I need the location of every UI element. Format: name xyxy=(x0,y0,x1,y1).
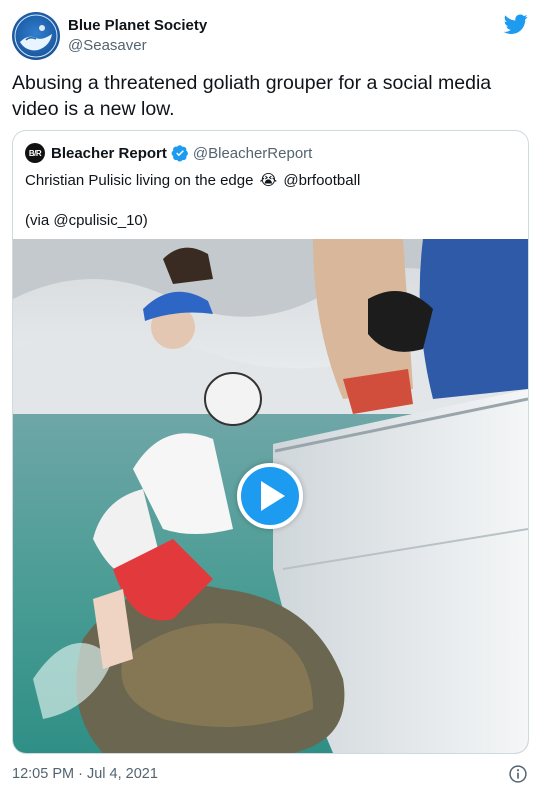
mention-link[interactable]: @brfootball xyxy=(283,172,360,189)
info-icon[interactable] xyxy=(508,764,528,784)
tweet-header: Blue Planet Society @Seasaver xyxy=(12,12,528,64)
author-handle[interactable]: @Seasaver xyxy=(68,36,207,56)
quoted-author-handle[interactable]: @BleacherReport xyxy=(193,145,312,162)
quoted-text: Christian Pulisic living on the edge xyxy=(25,172,254,189)
author-names: Blue Planet Society @Seasaver xyxy=(68,16,207,56)
quoted-tweet-header: B/R Bleacher Report @BleacherReport xyxy=(25,143,312,163)
blue-planet-logo-icon xyxy=(14,14,58,58)
quoted-tweet-card[interactable]: B/R Bleacher Report @BleacherReport Chri… xyxy=(12,130,529,754)
crying-face-emoji-icon: 😭 xyxy=(259,172,278,189)
tweet-text: Abusing a threatened goliath grouper for… xyxy=(12,72,492,120)
author-display-name[interactable]: Blue Planet Society xyxy=(68,16,207,36)
video-player[interactable] xyxy=(13,239,528,753)
quoted-tweet-line-1: Christian Pulisic living on the edge 😭 @… xyxy=(25,171,360,191)
tweet-timestamp[interactable]: 12:05 PM · Jul 4, 2021 xyxy=(12,764,158,784)
avatar[interactable] xyxy=(12,12,60,60)
verified-badge-icon xyxy=(171,145,188,162)
play-button[interactable] xyxy=(237,463,303,529)
quoted-author-name[interactable]: Bleacher Report xyxy=(51,145,167,162)
play-icon xyxy=(261,481,285,511)
twitter-bird-icon[interactable] xyxy=(504,12,528,36)
bleacher-report-avatar[interactable]: B/R xyxy=(25,143,45,163)
quoted-tweet-line-2: (via @cpulisic_10) xyxy=(25,212,148,229)
